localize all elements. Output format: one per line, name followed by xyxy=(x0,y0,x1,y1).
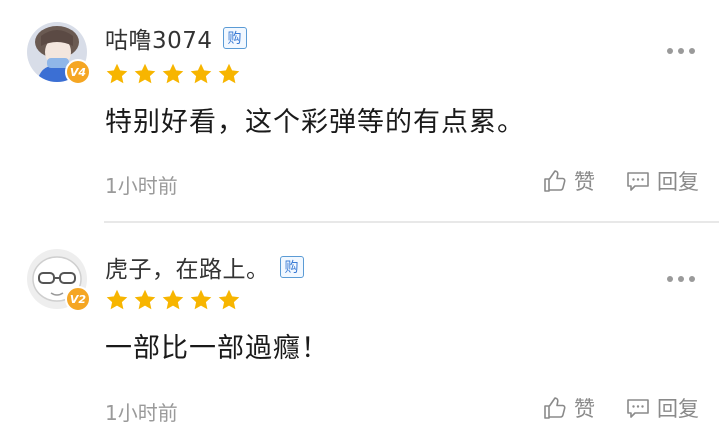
avatar[interactable]: V2 xyxy=(27,249,91,312)
star-icon xyxy=(190,289,212,310)
comment-item: V4 咕噜3074 购 特别好看，这个彩弹等的有点累。 1小时前 赞 回复 xyxy=(0,0,719,222)
like-button[interactable]: 赞 xyxy=(542,393,595,423)
comment-actions: 赞 回复 xyxy=(542,393,699,423)
level-badge: V2 xyxy=(65,286,91,312)
comment-time: 1小时前 xyxy=(105,401,178,425)
name-row: 咕噜3074 购 xyxy=(105,22,247,54)
star-icon xyxy=(162,63,184,84)
thumbs-up-icon xyxy=(544,397,566,419)
thumbs-up-icon xyxy=(544,170,566,192)
buy-badge: 购 xyxy=(279,256,304,278)
rating-stars xyxy=(105,288,241,312)
comment-text: 特别好看，这个彩弹等的有点累。 xyxy=(105,107,525,138)
avatar[interactable]: V4 xyxy=(27,22,91,85)
comment-icon xyxy=(627,172,649,191)
reply-button[interactable]: 回复 xyxy=(625,166,699,196)
comment-text: 一部比一部過癮！ xyxy=(105,333,329,364)
star-icon xyxy=(134,63,156,84)
reply-label: 回复 xyxy=(657,170,699,194)
more-dots-icon[interactable] xyxy=(667,276,695,282)
username[interactable]: 咕噜3074 xyxy=(105,21,213,55)
level-badge: V4 xyxy=(65,59,91,85)
rating-stars xyxy=(105,62,241,86)
like-label: 赞 xyxy=(574,170,595,194)
star-icon xyxy=(134,289,156,310)
like-button[interactable]: 赞 xyxy=(542,166,595,196)
star-icon xyxy=(106,63,128,84)
comment-time: 1小时前 xyxy=(105,174,178,198)
username[interactable]: 虎子，在路上。 xyxy=(105,250,270,284)
reply-button[interactable]: 回复 xyxy=(625,393,699,423)
buy-badge: 购 xyxy=(222,27,247,49)
star-icon xyxy=(218,63,240,84)
like-label: 赞 xyxy=(574,397,595,421)
comment-actions: 赞 回复 xyxy=(542,166,699,196)
star-icon xyxy=(106,289,128,310)
star-icon xyxy=(190,63,212,84)
more-dots-icon[interactable] xyxy=(667,48,695,54)
reply-label: 回复 xyxy=(657,397,699,421)
name-row: 虎子，在路上。 购 xyxy=(105,251,304,283)
comment-item: V2 虎子，在路上。 购 一部比一部過癮！ 1小时前 赞 回复 xyxy=(0,223,719,431)
star-icon xyxy=(162,289,184,310)
star-icon xyxy=(218,289,240,310)
comment-icon xyxy=(627,399,649,418)
